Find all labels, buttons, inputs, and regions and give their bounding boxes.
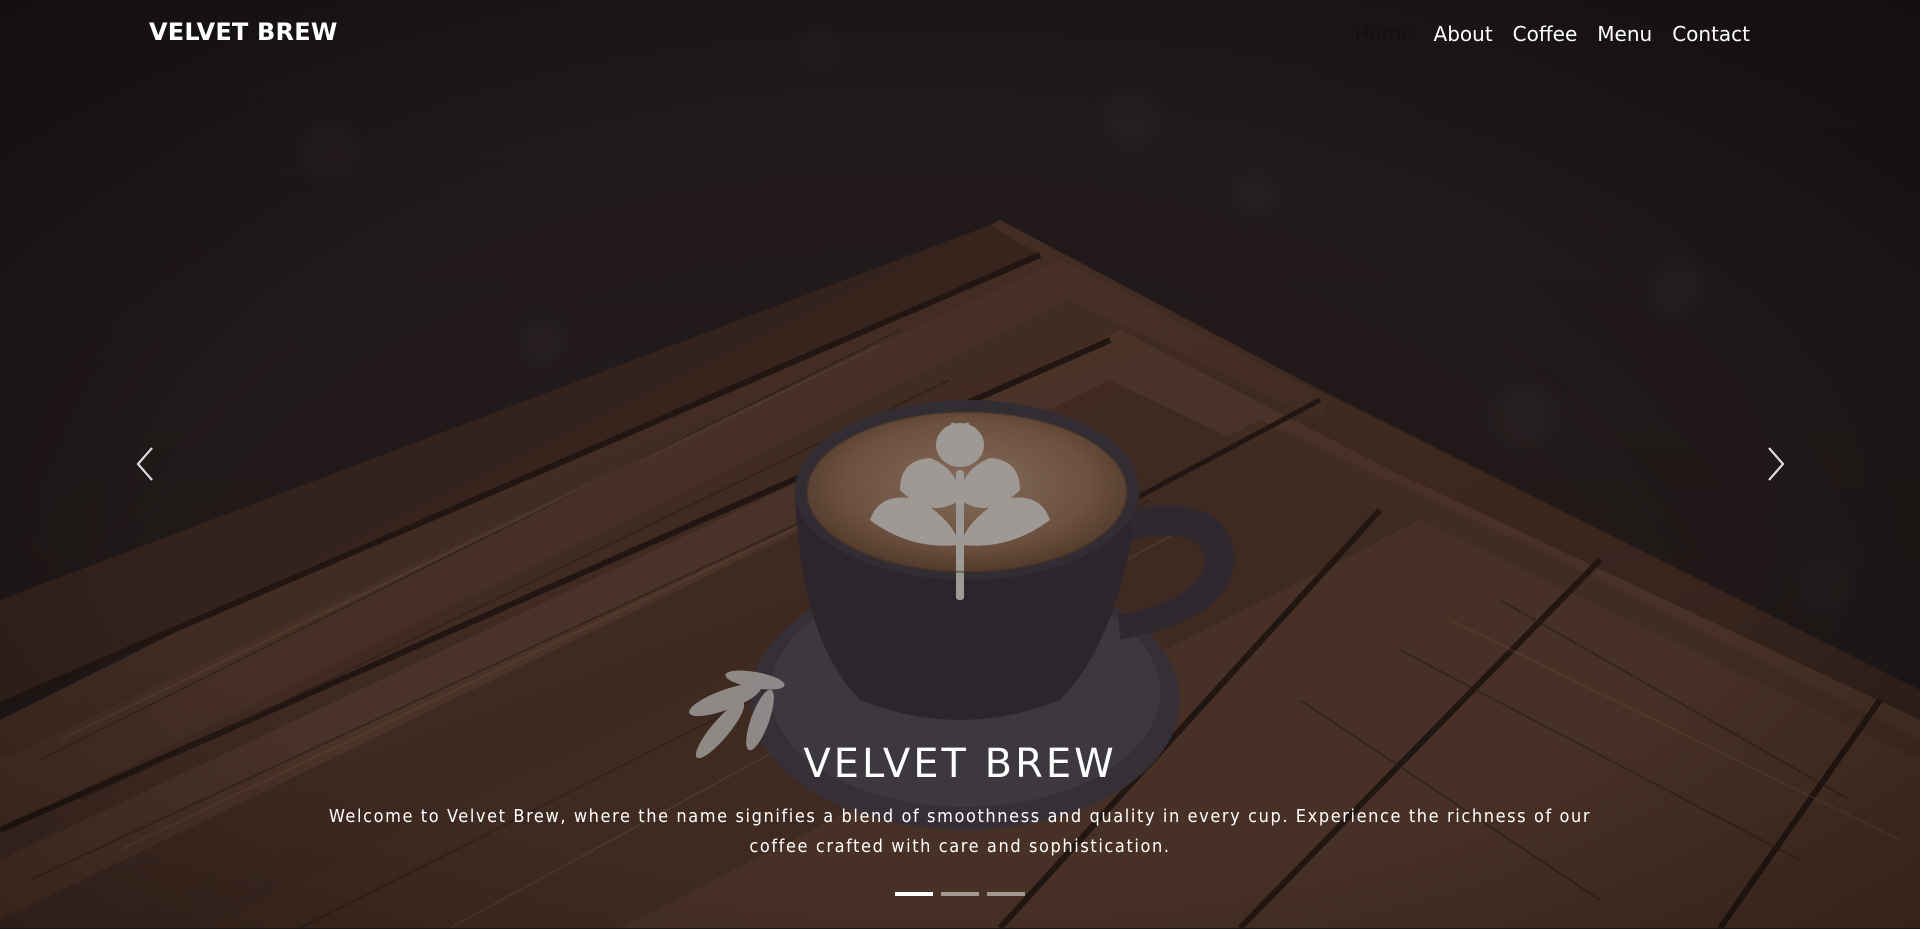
- carousel-prev-button[interactable]: [130, 444, 160, 484]
- hero-carousel: VELVET BREW Home About Coffee Menu Conta…: [0, 0, 1920, 928]
- nav-item-menu[interactable]: Menu: [1587, 20, 1662, 48]
- hero-text: Welcome to Velvet Brew, where the name s…: [328, 806, 1592, 857]
- hero-title: VELVET BREW: [803, 741, 1117, 787]
- carousel-indicator-3[interactable]: [987, 892, 1025, 896]
- nav-item-home[interactable]: Home: [1344, 20, 1423, 48]
- main-nav: Home About Coffee Menu Contact: [1344, 20, 1760, 48]
- carousel-indicators: [0, 892, 1920, 896]
- chevron-right-icon: [1768, 447, 1785, 481]
- brand-logo[interactable]: VELVET BREW: [149, 18, 338, 46]
- carousel-next-button[interactable]: [1761, 444, 1791, 484]
- navbar: VELVET BREW Home About Coffee Menu Conta…: [0, 0, 1920, 70]
- nav-item-contact[interactable]: Contact: [1662, 20, 1760, 48]
- nav-item-coffee[interactable]: Coffee: [1503, 20, 1588, 48]
- carousel-indicator-1[interactable]: [895, 892, 933, 896]
- chevron-left-icon: [136, 447, 153, 481]
- nav-item-about[interactable]: About: [1424, 20, 1503, 48]
- carousel-indicator-2[interactable]: [941, 892, 979, 896]
- carousel-caption: VELVET BREW Welcome to Velvet Brew, wher…: [0, 736, 1920, 862]
